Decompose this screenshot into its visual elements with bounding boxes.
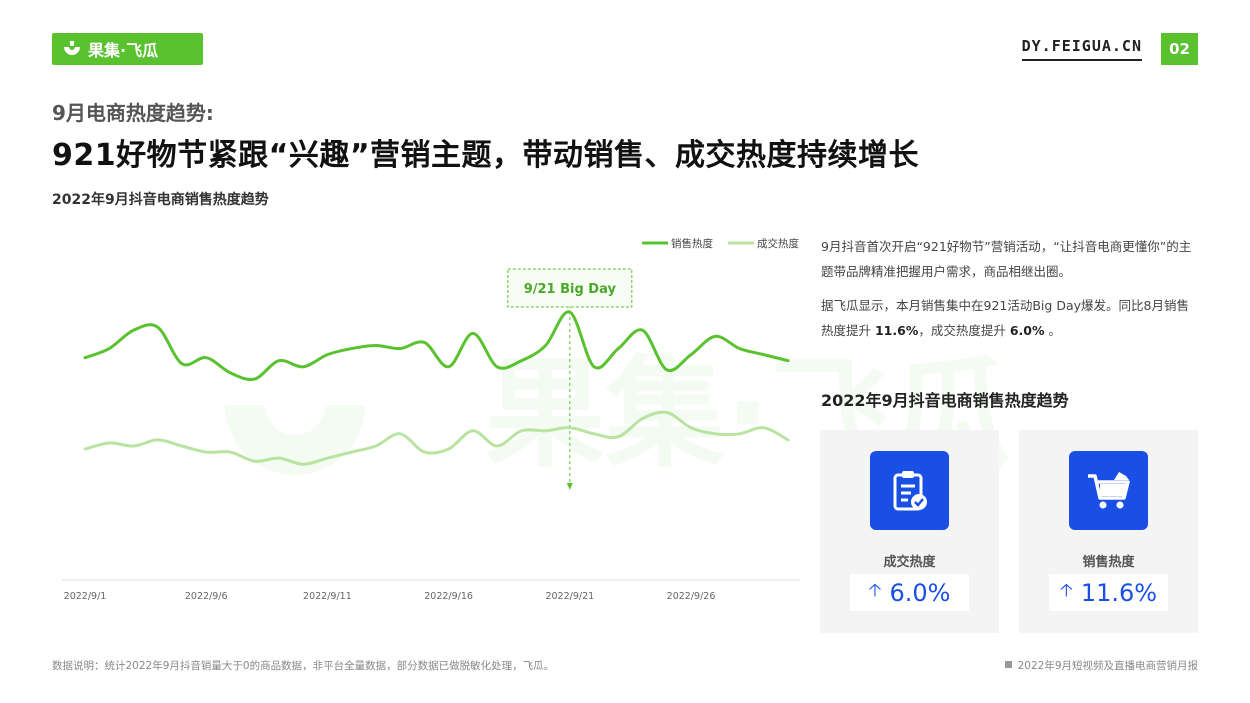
legend-label-1: 成交热度	[757, 237, 799, 250]
stat-value-deal: 6.0%	[889, 578, 951, 607]
stat-label-sales: 销售热度	[1082, 555, 1135, 570]
data-footnote: 数据说明：统计2022年9月抖音销量大于0的商品数据，非平台全量数据，部分数据已…	[52, 660, 555, 672]
section-label: 9月电商热度趋势:	[52, 101, 214, 125]
stat-value-box-sales: 🡡 11.6%	[1049, 574, 1168, 611]
stat-value-sales: 11.6%	[1080, 578, 1158, 607]
site-url[interactable]: DY.FEIGUA.CN	[1021, 37, 1142, 61]
x-tick-label: 2022/9/11	[303, 591, 352, 602]
legend-label-0: 销售热度	[671, 237, 713, 250]
chart-title: 2022年9月抖音电商销售热度趋势	[52, 192, 269, 208]
arrow-up-icon: 🡡	[1059, 579, 1073, 601]
description-text: 。	[1044, 323, 1061, 338]
x-tick-label: 2022/9/26	[667, 591, 716, 602]
trend-chart: 9/21 Big Day 销售热度 成交热度 2022/9/1 2022/9/6 2022…	[62, 237, 800, 602]
arrow-up-icon: 🡡	[868, 579, 882, 601]
bullet-square-icon	[1004, 661, 1012, 668]
stat-value-box-deal: 🡡 6.0%	[850, 574, 969, 611]
stat-label-deal: 成交热度	[883, 555, 936, 570]
description-paragraph-1: 9月抖音首次开启“921好物节”营销活动，“让抖音电商更懂你”的主题带品牌精准把…	[821, 239, 1192, 279]
stat-card-deal: 成交热度 🡡 6.0%	[820, 430, 999, 633]
x-tick-label: 2022/9/1	[64, 591, 107, 602]
clipboard-check-icon	[870, 451, 949, 530]
series-line-0	[83, 310, 790, 381]
x-tick-label: 2022/9/6	[185, 591, 228, 602]
sales-growth-value: 11.6%	[874, 323, 919, 338]
stats-title: 2022年9月抖音电商销售热度趋势	[821, 391, 1069, 410]
series-line-1	[83, 410, 790, 466]
page-number: 02	[1161, 33, 1198, 65]
x-tick-label: 2022/9/16	[424, 591, 473, 602]
shopping-cart-icon	[1069, 451, 1148, 530]
description-paragraph-2: 据飞瓜显示，本月销售集中在921活动Big Day爆发。同比8月销售热度提升 1…	[821, 293, 1197, 343]
deal-growth-value: 6.0%	[1009, 323, 1045, 338]
stat-card-sales: 销售热度 🡡 11.6%	[1019, 430, 1198, 633]
brand-name: 果集·飞瓜	[88, 41, 159, 60]
annotation-label: 9/21 Big Day	[524, 282, 617, 297]
page-title: 921好物节紧跟“兴趣”营销主题，带动销售、成交热度持续增长	[52, 138, 920, 173]
report-name: 2022年9月短视频及直播电商营销月报	[1004, 658, 1198, 673]
annotation-arrow	[566, 483, 573, 490]
x-tick-label: 2022/9/21	[545, 591, 594, 602]
report-title: 2022年9月短视频及直播电商营销月报	[1017, 660, 1198, 672]
description-text: ，成交热度提升	[918, 323, 1010, 338]
brand-logo[interactable]: 果集·飞瓜	[52, 33, 203, 65]
brand-logo-icon	[64, 41, 80, 55]
